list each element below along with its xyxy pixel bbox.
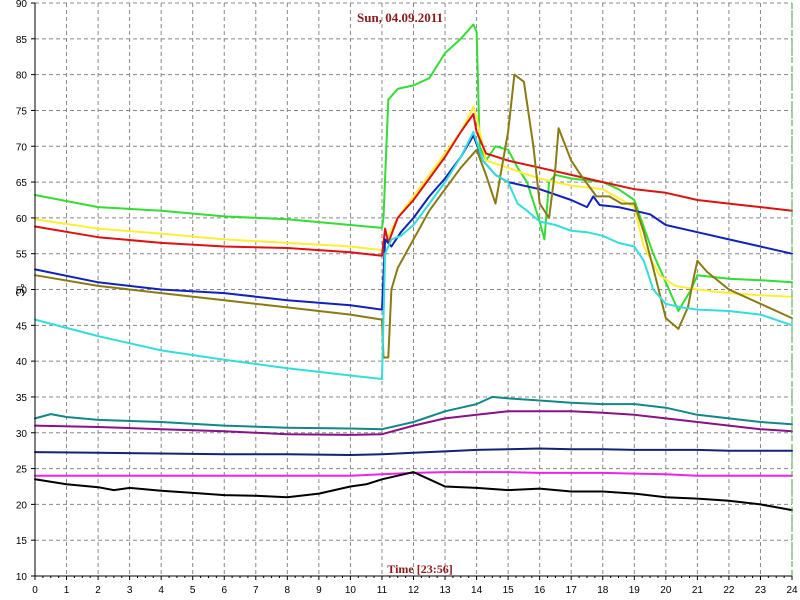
- x-tick-label: 1: [64, 585, 70, 596]
- x-tick-label: 18: [597, 585, 609, 596]
- temperature-chart: 0 1 2 3 4 5 6 7 8 9 10 11 12 13 14 15 16 17 18 19 20 21 22 23 24…: [0, 0, 800, 600]
- x-tick-label: 8: [285, 585, 291, 596]
- y-tick-label: 10: [16, 572, 28, 583]
- y-tick-label: 15: [16, 536, 28, 547]
- x-tick-label: 15: [503, 585, 515, 596]
- x-tick-label: 3: [127, 585, 133, 596]
- x-tick-label: 21: [692, 585, 704, 596]
- y-tick-label: 20: [16, 500, 28, 511]
- x-tick-label: 10: [345, 585, 357, 596]
- x-tick-label: 7: [253, 585, 259, 596]
- y-axis-label: °C: [13, 283, 27, 297]
- x-tick-label: 20: [660, 585, 672, 596]
- y-tick-label: 60: [16, 214, 28, 225]
- x-tick-label: 2: [95, 585, 101, 596]
- y-tick-label: 65: [16, 178, 28, 189]
- y-tick-label: 80: [16, 71, 28, 82]
- y-tick-label: 55: [16, 250, 28, 261]
- x-tick-label: 12: [408, 585, 420, 596]
- y-tick-label: 30: [16, 429, 28, 440]
- x-tick-label: 19: [629, 585, 641, 596]
- x-tick-label: 24: [786, 585, 798, 596]
- x-tick-label: 22: [723, 585, 735, 596]
- y-tick-label: 85: [16, 35, 28, 46]
- x-tick-label: 4: [158, 585, 164, 596]
- x-tick-label: 16: [534, 585, 546, 596]
- x-tick-label: 23: [755, 585, 767, 596]
- x-tick-label: 14: [471, 585, 483, 596]
- x-tick-label: 17: [566, 585, 578, 596]
- x-tick-label: 5: [190, 585, 196, 596]
- x-tick-label: 13: [439, 585, 451, 596]
- y-tick-label: 25: [16, 465, 28, 476]
- x-tick-label: 9: [316, 585, 322, 596]
- y-tick-label: 40: [16, 357, 28, 368]
- y-tick-label: 45: [16, 321, 28, 332]
- chart-title: Sun, 04.09.2011: [357, 10, 443, 25]
- x-tick-label: 6: [221, 585, 227, 596]
- x-tick-label: 0: [32, 585, 38, 596]
- y-tick-label: 90: [16, 0, 28, 10]
- y-tick-label: 35: [16, 393, 28, 404]
- y-tick-label: 70: [16, 142, 28, 153]
- chart-background: [0, 0, 800, 600]
- x-tick-label: 11: [377, 585, 388, 596]
- y-tick-label: 75: [16, 106, 28, 117]
- x-axis-label: Time [23:56]: [387, 562, 452, 576]
